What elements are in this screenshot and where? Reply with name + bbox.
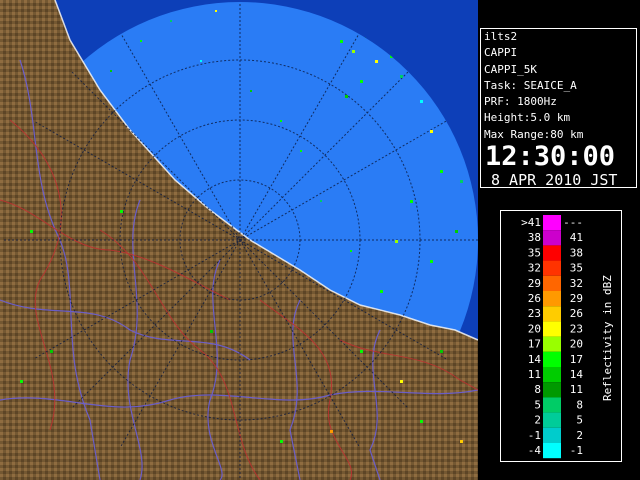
legend-max-label: 20 [570,338,583,351]
legend-row: 17 20 [528,336,583,352]
legend-max-label: 35 [570,262,583,275]
legend-color-swatch [543,260,561,276]
legend-color-swatch [543,321,561,337]
legend-min-label: 11 [528,368,541,381]
legend-color-swatch [543,291,561,307]
legend-max-label: 17 [570,353,583,366]
legend-title: Reflectivity in dBZ [601,275,614,401]
legend-min-label: 23 [528,307,541,320]
legend-row: 26 29 [528,291,583,307]
legend-row: 8 11 [534,382,583,398]
legend-max-label: 32 [570,277,583,290]
legend-color-swatch [543,306,561,322]
legend-max-label: 29 [570,292,583,305]
legend-min-label: -4 [528,444,542,457]
legend-row: -1 2 [528,427,583,443]
legend-color-swatch [543,230,561,246]
legend-max-label: 14 [570,368,584,381]
legend-color-swatch [543,336,561,352]
product-name: CAPPI [484,46,518,60]
legend-row: 11 14 [528,367,584,383]
legend-max-label: 23 [570,322,583,335]
legend-row: >41 --- [521,215,583,231]
legend-min-label: 35 [528,246,541,259]
legend-min-label: 29 [528,277,541,290]
legend-row: 25 [534,412,583,428]
legend-min-label: 5 [534,398,541,411]
legend-max-label: --- [563,216,583,229]
legend-min-label: -1 [528,429,541,442]
legend-color-swatch [543,427,561,443]
legend-row: 58 [534,397,583,413]
legend-color-swatch [543,367,561,383]
legend-color-swatch [543,382,561,398]
legend-min-label: 32 [528,262,541,275]
legend-color-swatch [543,397,561,413]
legend-row: 35 38 [528,245,583,261]
legend-row: 38 41 [528,230,583,246]
legend-min-label: >41 [521,216,541,229]
product-variant: CAPPI_5K [484,62,537,76]
legend-min-label: 14 [528,353,542,366]
radar-map [0,0,478,480]
legend-row: 29 32 [528,275,583,291]
prf-label: PRF: 1800Hz [484,95,557,109]
legend-color-swatch [543,275,561,291]
legend-color-swatch [543,351,561,367]
legend-row: 14 17 [528,351,583,367]
legend-row: 20 23 [528,321,583,337]
legend-max-label: 41 [570,231,583,244]
legend-color-swatch [543,215,561,231]
height-label: Height:5.0 km [484,111,571,125]
legend-min-label: 20 [528,322,541,335]
legend-max-label: 26 [570,307,583,320]
legend-max-label: 5 [576,414,583,427]
reflectivity-legend: >41 --- 38 41 35 38 32 35 29 32 26 29 23 26 20 23 17 20 14… [500,210,622,462]
date-label: 8 APR 2010 JST [491,171,618,190]
legend-max-label: 8 [576,398,583,411]
legend-color-swatch [543,443,561,459]
legend-min-label: 17 [528,338,541,351]
legend-color-swatch [543,412,561,428]
legend-row: 23 26 [528,306,583,322]
info-panel: ilts2 CAPPI CAPPI_5K Task: SEAICE_A PRF:… [480,28,637,190]
legend-min-label: 26 [528,292,541,305]
legend-row: 32 35 [528,260,583,276]
legend-max-label: 11 [570,383,583,396]
legend-min-label: 8 [534,383,541,396]
legend-max-label: 2 [576,429,583,442]
legend-max-label: -1 [570,444,583,457]
legend-max-label: 38 [570,246,583,259]
legend-min-label: 2 [534,414,541,427]
station-name: ilts2 [484,30,518,43]
task-label: Task: SEAICE_A [484,78,577,92]
legend-row: -4 -1 [528,443,583,459]
legend-color-swatch [543,245,561,261]
legend-min-label: 38 [528,231,541,244]
time-label: 12:30:00 [485,141,616,173]
